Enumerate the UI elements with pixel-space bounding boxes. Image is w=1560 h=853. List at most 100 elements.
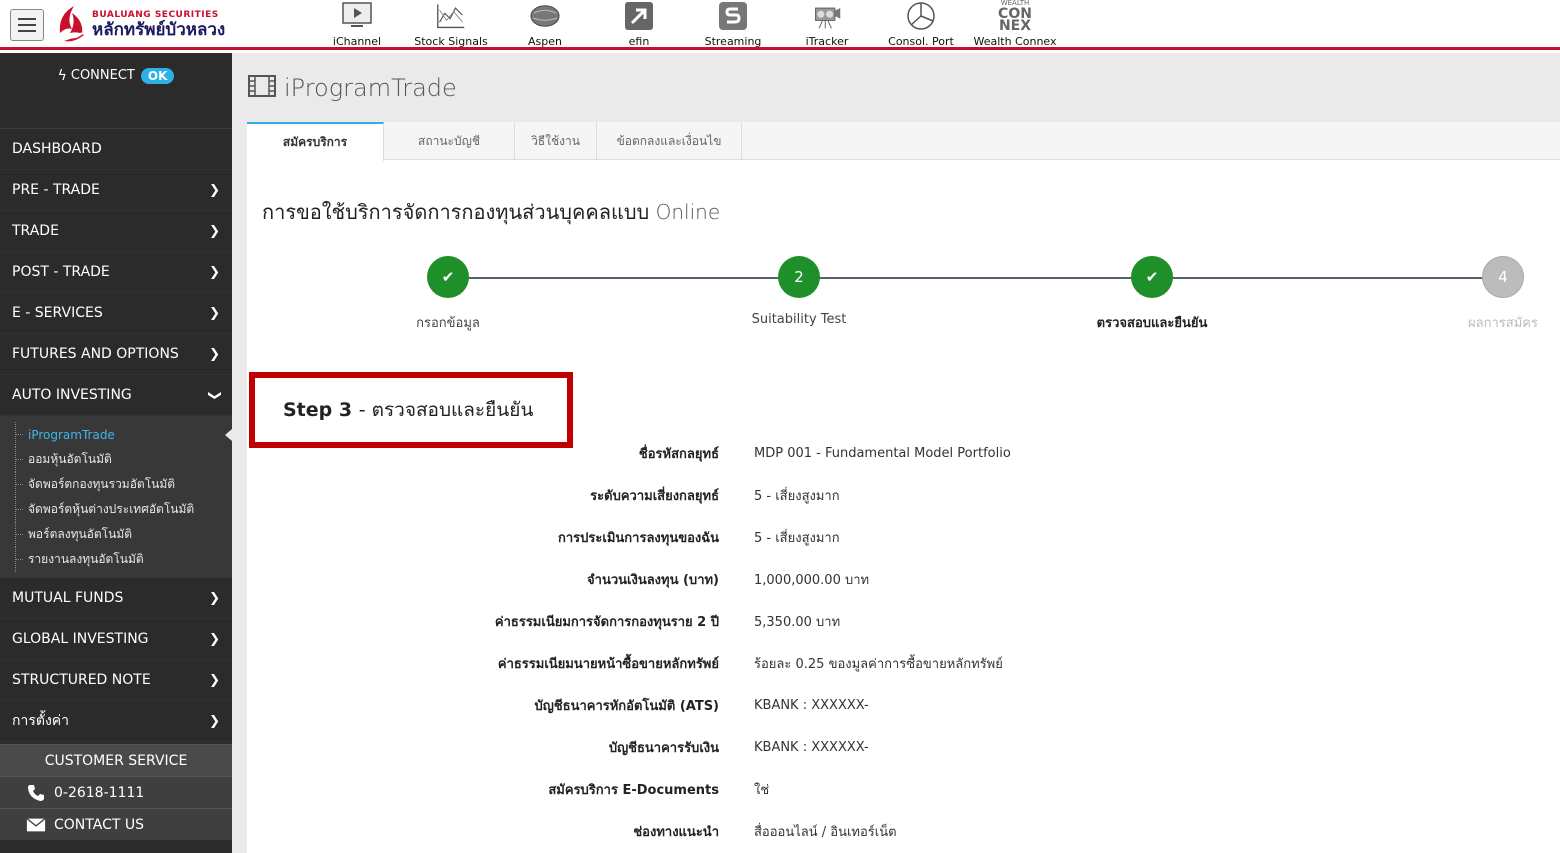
summary-value: KBANK : XXXXXX- <box>754 739 869 755</box>
summary-key: ช่องทางแนะนำ <box>633 824 719 840</box>
summary-value: ใช่ <box>754 782 770 798</box>
toolbar-itracker[interactable]: iTracker <box>780 0 874 50</box>
toolbar-stock-signals[interactable]: Stock Signals <box>404 0 498 50</box>
summary-row: สมัครบริการ E-Documents ใช่ <box>247 768 1560 810</box>
summary-row: ค่าธรรมเนียมการจัดการกองทุนราย 2 ปี 5,350… <box>247 600 1560 642</box>
summary-value: 5 - เสี่ยงสูงมาก <box>754 488 840 504</box>
step-number: Step 3 <box>283 399 353 421</box>
active-pointer <box>225 429 232 441</box>
summary-row: จำนวนเงินลงทุน (บาท) 1,000,000.00 บาท <box>247 558 1560 600</box>
step-name: - ตรวจสอบและยืนยัน <box>358 399 534 421</box>
toolbar-aspen[interactable]: Aspen <box>498 0 592 50</box>
lotus-logo-icon <box>54 3 88 47</box>
submenu-item-iprogramtrade[interactable]: iProgramTrade <box>0 422 232 447</box>
toolbar-label: Streaming <box>704 35 762 48</box>
hamburger-menu-button[interactable] <box>10 9 44 41</box>
submenu-item-auto-stock-saving[interactable]: ออมหุ้นอัตโนมัติ <box>0 447 232 472</box>
customer-phone-link[interactable]: 0-2618-1111 <box>0 776 232 808</box>
sidebar-item-pre-trade[interactable]: PRE - TRADE ❯ <box>0 170 232 211</box>
logo-text-nex: NEX <box>998 18 1032 34</box>
main-content: iProgramTrade สมัครบริการ สถานะบัญชี วิธ… <box>232 53 1560 853</box>
sidebar-item-label: FUTURES AND OPTIONS <box>12 346 179 362</box>
customer-service-heading: CUSTOMER SERVICE <box>0 744 232 776</box>
sidebar-item-trade[interactable]: TRADE ❯ <box>0 211 232 252</box>
phone-icon <box>26 784 46 802</box>
menu-line <box>18 18 36 20</box>
summary-key: จำนวนเงินลงทุน (บาท) <box>587 572 719 588</box>
sidebar-item-settings[interactable]: การตั้งค่า ❯ <box>0 701 232 742</box>
submenu-item-label: จัดพอร์ตหุ้นต่างประเทศอัตโนมัติ <box>28 502 195 516</box>
summary-value: ร้อยละ 0.25 ของมูลค่าการซื้อขายหลักทรัพย… <box>754 656 1003 672</box>
tab-how-to-use[interactable]: วิธีใช้งาน <box>515 122 597 160</box>
submenu-item-auto-foreign-port[interactable]: จัดพอร์ตหุ้นต่างประเทศอัตโนมัติ <box>0 497 232 522</box>
toolbar-label: Aspen <box>528 35 562 48</box>
submenu-item-auto-fund-port[interactable]: จัดพอร์ตกองทุนรวมอัตโนมัติ <box>0 472 232 497</box>
brand-name-en: BUALUANG SECURITIES <box>92 10 219 20</box>
summary-row: การประเมินการลงทุนของฉัน 5 - เสี่ยงสูงมาก <box>247 516 1560 558</box>
toolbar-efin[interactable]: efin <box>592 0 686 50</box>
top-bar: BUALUANG SECURITIES หลักทรัพย์บัวหลวง iC… <box>0 0 1560 50</box>
summary-key: ชื่อรหัสกลยุทธ์ <box>638 446 719 462</box>
sidebar-item-futures-options[interactable]: FUTURES AND OPTIONS ❯ <box>0 334 232 375</box>
summary-row: ระดับความเสี่ยงกลยุทธ์ 5 - เสี่ยงสูงมาก <box>247 474 1560 516</box>
summary-row: บัญชีธนาคารหักอัตโนมัติ (ATS) KBANK : XXX… <box>247 684 1560 726</box>
chevron-right-icon: ❯ <box>209 305 220 321</box>
sidebar-item-label: การตั้งค่า <box>12 713 70 729</box>
tab-account-status[interactable]: สถานะบัญชี <box>384 122 515 160</box>
toolbar-label: efin <box>628 35 650 48</box>
step-heading: Step 3 - ตรวจสอบและยืนยัน <box>283 395 533 425</box>
sidebar-item-label: E - SERVICES <box>12 305 103 321</box>
pie-chart-icon <box>906 1 936 31</box>
toolbar-streaming[interactable]: Streaming <box>686 0 780 50</box>
auto-investing-submenu: iProgramTrade ออมหุ้นอัตโนมัติ จัดพอร์ตก… <box>0 416 232 578</box>
brand-logo[interactable]: BUALUANG SECURITIES หลักทรัพย์บัวหลวง <box>54 2 269 48</box>
stepper-track <box>448 277 1503 279</box>
toolbar-label: Wealth Connex <box>973 35 1057 48</box>
submenu-item-label: รายงานลงทุนอัตโนมัติ <box>28 552 144 566</box>
sidebar-item-post-trade[interactable]: POST - TRADE ❯ <box>0 252 232 293</box>
toolbar-wealth-connex[interactable]: WEALTH CON NEX Wealth Connex <box>968 0 1062 50</box>
submenu-item-label: ออมหุ้นอัตโนมัติ <box>28 452 112 466</box>
summary-row: ค่าธรรมเนียมนายหน้าซื้อขายหลักทรัพย์ ร้อย… <box>247 642 1560 684</box>
contact-us-link[interactable]: CONTACT US <box>0 808 232 840</box>
sidebar-item-label: GLOBAL INVESTING <box>12 631 149 647</box>
summary-value: สื่อออนไลน์ / อินเทอร์เน็ต <box>754 824 897 840</box>
tab-register[interactable]: สมัครบริการ <box>247 122 384 161</box>
step-3-node: ✔ <box>1131 256 1173 298</box>
toolbar-label: iTracker <box>805 35 849 48</box>
summary-key: การประเมินการลงทุนของฉัน <box>558 530 719 546</box>
sidebar-item-label: DASHBOARD <box>12 141 102 157</box>
envelope-icon <box>26 817 46 833</box>
submenu-item-label: จัดพอร์ตกองทุนรวมอัตโนมัติ <box>28 477 176 491</box>
chevron-right-icon: ❯ <box>209 631 220 647</box>
toolbar-label: iChannel <box>332 35 382 48</box>
lightning-icon: ϟ <box>57 68 67 84</box>
summary-value: 5 - เสี่ยงสูงมาก <box>754 530 840 546</box>
tab-terms[interactable]: ข้อตกลงและเงื่อนไข <box>597 122 742 160</box>
sidebar-item-e-services[interactable]: E - SERVICES ❯ <box>0 293 232 334</box>
toolbar-ichannel[interactable]: iChannel <box>310 0 404 50</box>
sidebar-item-label: AUTO INVESTING <box>12 387 132 403</box>
chevron-right-icon: ❯ <box>209 713 220 729</box>
chevron-right-icon: ❯ <box>209 223 220 239</box>
app-toolbar: iChannel Stock Signals Aspen efin Stream… <box>310 0 1062 50</box>
brand-name-th: หลักทรัพย์บัวหลวง <box>92 20 226 40</box>
sidebar-item-auto-investing[interactable]: AUTO INVESTING ❯ <box>0 375 232 416</box>
connect-label: CONNECT <box>70 68 135 83</box>
toolbar-consol-port[interactable]: Consol. Port <box>874 0 968 50</box>
chevron-right-icon: ❯ <box>209 346 220 362</box>
summary-key: สมัครบริการ E-Documents <box>548 782 719 798</box>
menu-line <box>18 30 36 32</box>
content-panel: สมัครบริการ สถานะบัญชี วิธีใช้งาน ข้อตกล… <box>247 122 1560 853</box>
form-title-en: Online <box>655 200 721 224</box>
submenu-item-auto-invest-port[interactable]: พอร์ตลงทุนอัตโนมัติ <box>0 522 232 547</box>
sidebar-item-mutual-funds[interactable]: MUTUAL FUNDS ❯ <box>0 578 232 619</box>
sidebar-item-dashboard[interactable]: DASHBOARD <box>0 129 232 170</box>
connect-ok-badge: OK <box>140 68 175 84</box>
submenu-item-auto-invest-report[interactable]: รายงานลงทุนอัตโนมัติ <box>0 547 232 572</box>
summary-row: ช่องทางแนะนำ สื่อออนไลน์ / อินเทอร์เน็ต <box>247 810 1560 852</box>
sidebar-item-global-investing[interactable]: GLOBAL INVESTING ❯ <box>0 619 232 660</box>
summary-key: ค่าธรรมเนียมนายหน้าซื้อขายหลักทรัพย์ <box>497 656 719 672</box>
step-1-label: กรอกข้อมูล <box>416 316 480 331</box>
sidebar-item-structured-note[interactable]: STRUCTURED NOTE ❯ <box>0 660 232 701</box>
